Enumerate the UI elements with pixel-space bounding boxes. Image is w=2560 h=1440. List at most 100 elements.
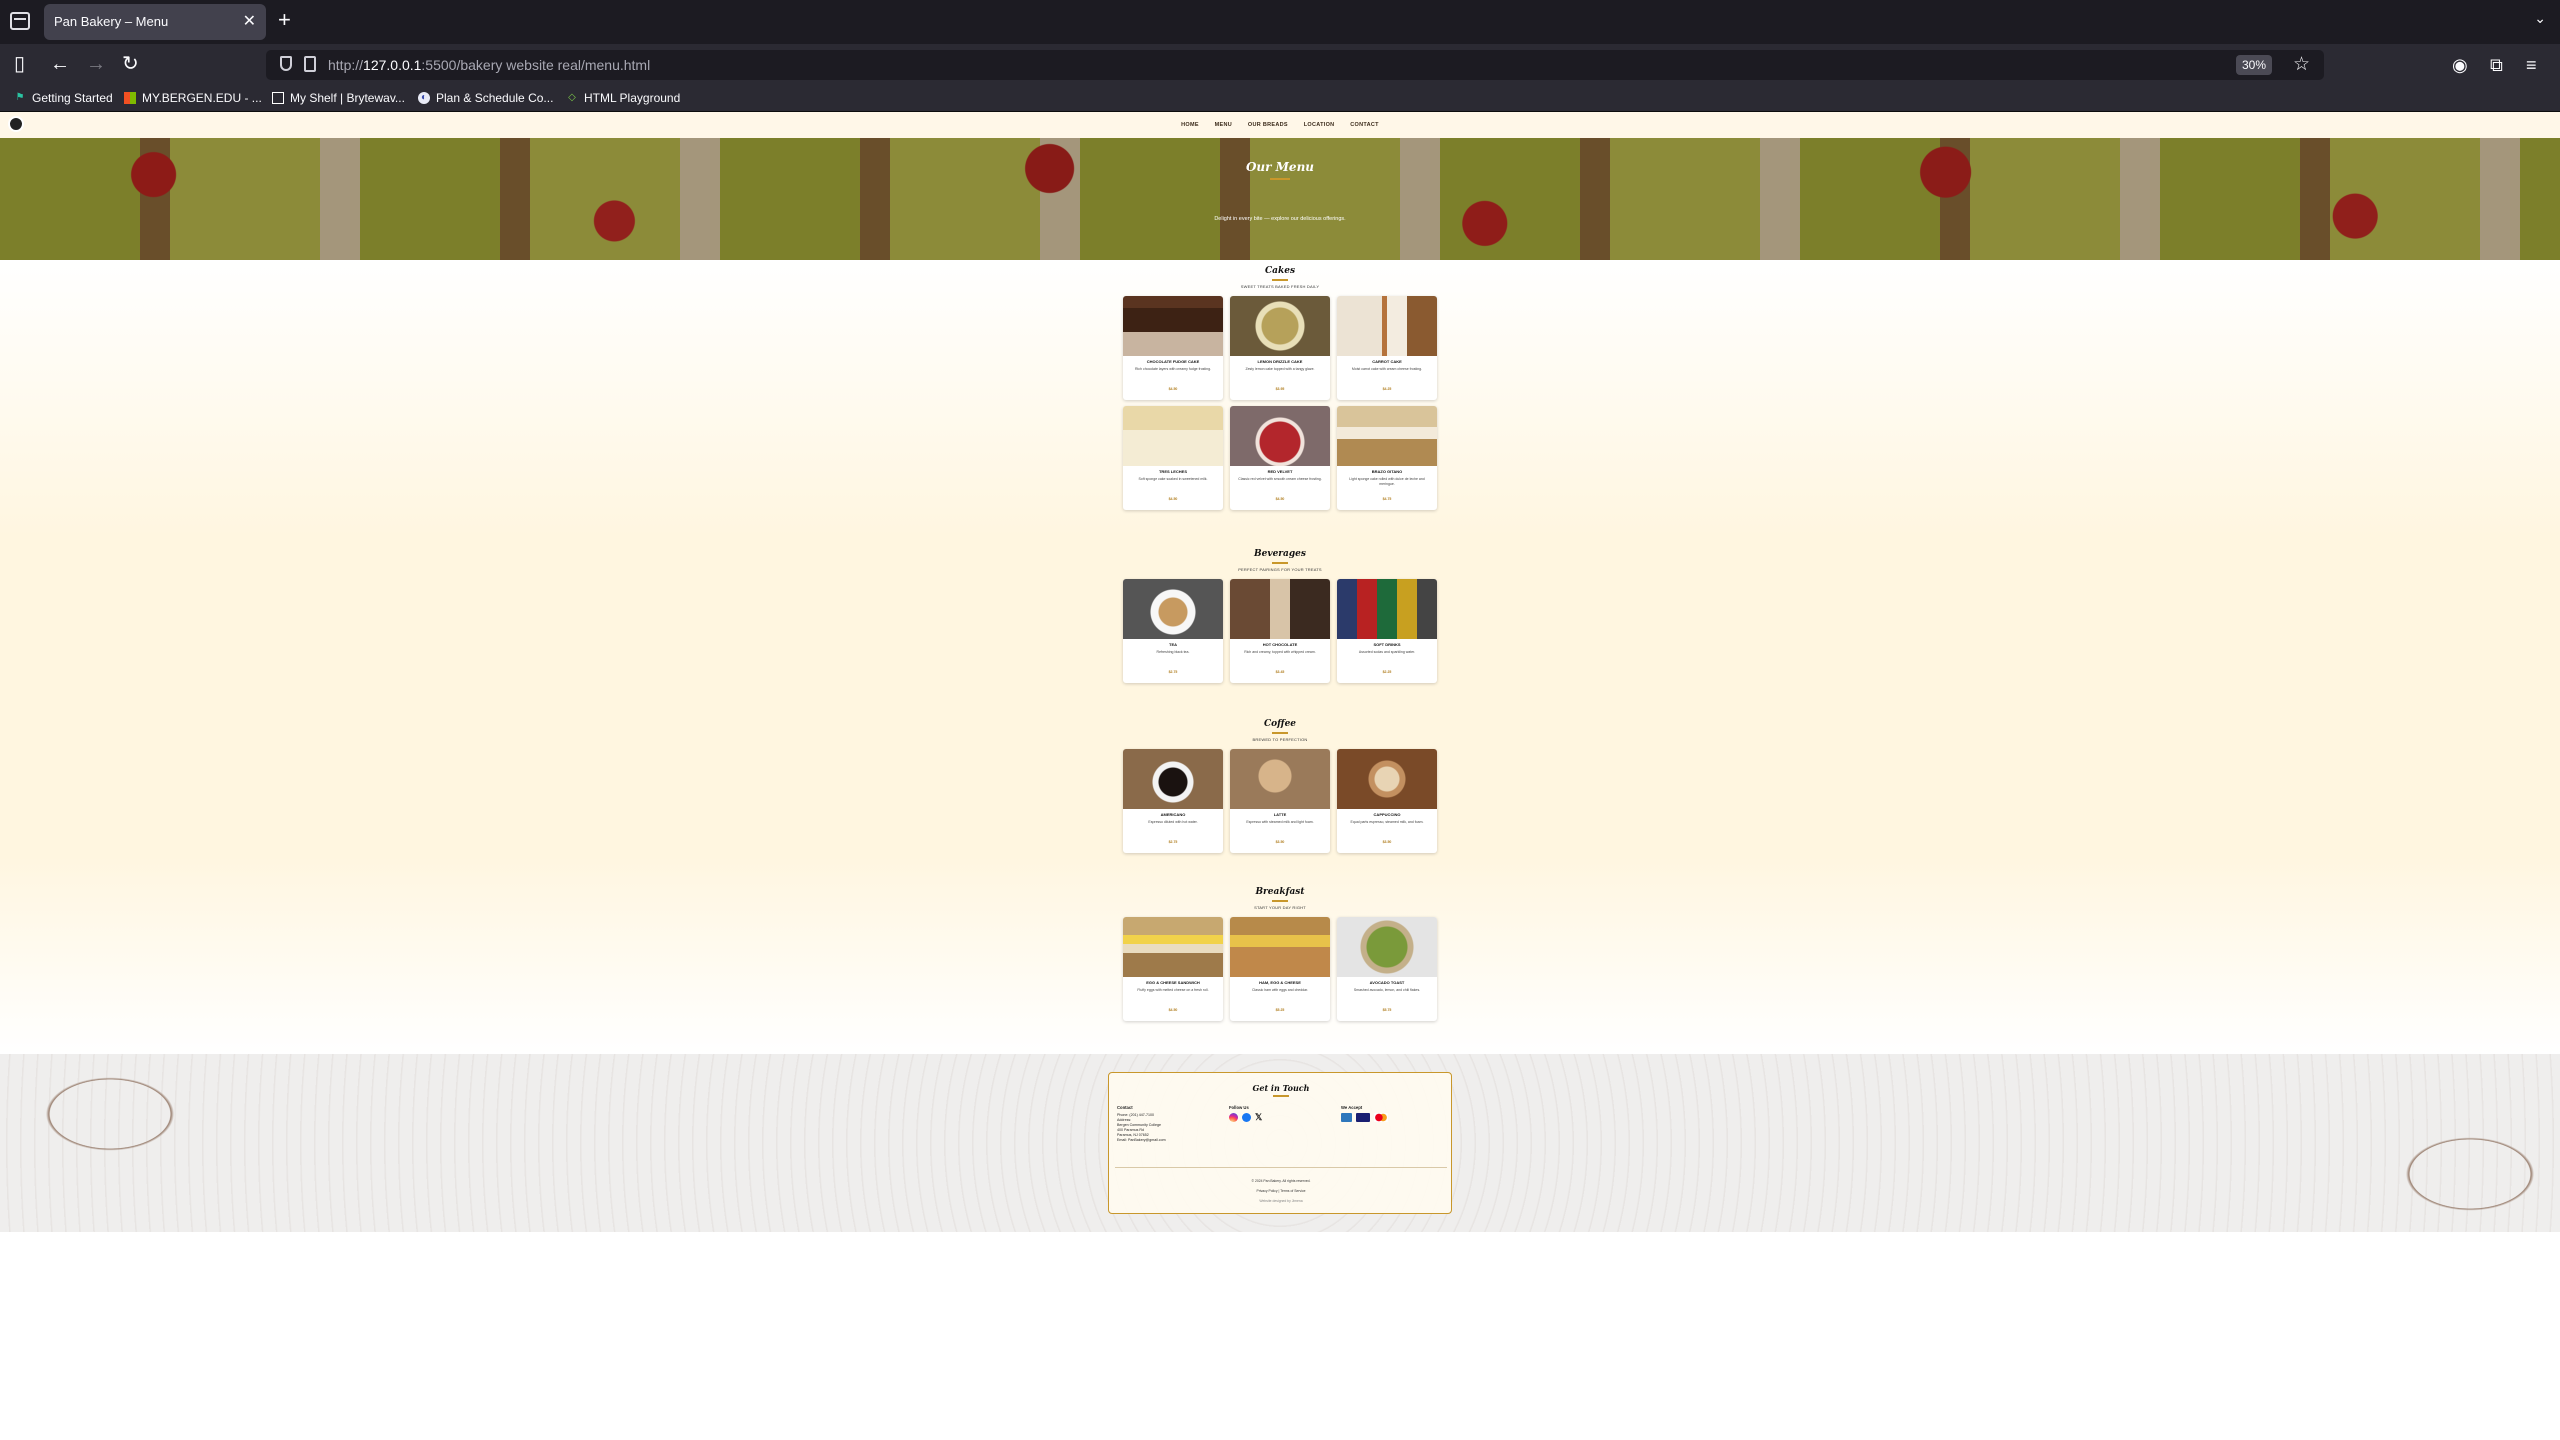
menu-item-name: CARROT CAKE — [1372, 359, 1402, 364]
hero-title: Our Menu — [1245, 160, 1315, 174]
menu-item-card[interactable]: EGG & CHEESE SANDWICH Fluffy eggs with me… — [1123, 917, 1223, 1021]
menu-item-card[interactable]: CAPPUCCINO Equal parts espresso, steamed … — [1337, 749, 1437, 853]
menu-item-description: Light sponge cake rolled with dulce de l… — [1349, 477, 1425, 486]
account-icon[interactable]: ◉ — [2452, 55, 2468, 76]
nav-contact[interactable]: CONTACT — [1350, 122, 1379, 128]
footer-card: Get in Touch Contact Phone: (201) 447-71… — [1108, 1072, 1452, 1214]
shield-icon[interactable] — [280, 56, 292, 71]
menu-item-description: Smashed avocado, lemon, and chili flakes… — [1353, 988, 1421, 992]
menu-item-card[interactable]: LEMON DRIZZLE CAKE Zesty lemon cake toppe… — [1230, 296, 1330, 400]
tab-list-icon[interactable] — [10, 12, 30, 30]
menu-item-image — [1337, 579, 1437, 639]
menu-item-card[interactable]: RED VELVET Classic red velvet with smooth… — [1230, 406, 1330, 510]
menu-item-image — [1337, 406, 1437, 466]
menu-item-card[interactable]: CARROT CAKE Moist carrot cake with cream … — [1337, 296, 1437, 400]
page-info-icon[interactable] — [304, 56, 316, 72]
menu-item-name: HOT CHOCOLATE — [1262, 642, 1298, 647]
footer-links[interactable]: Privacy Policy | Terms of Service — [1109, 1189, 1453, 1193]
reload-icon[interactable]: ↻ — [122, 53, 139, 75]
extensions-icon[interactable]: ⧉ — [2490, 55, 2503, 76]
menu-item-name: BRAZO GITANO — [1371, 469, 1403, 474]
menu-item-card[interactable]: AMERICANO Espresso diluted with hot water… — [1123, 749, 1223, 853]
copyright-text: © 2024 Pan Bakery. All rights reserved. — [1251, 1179, 1311, 1183]
nav-location[interactable]: LOCATION — [1304, 122, 1335, 128]
menu-item-price: $3.50 — [1275, 840, 1285, 844]
section-title: Beverages — [1254, 549, 1306, 559]
menu-item-image — [1230, 917, 1330, 977]
instagram-icon[interactable] — [1229, 1113, 1238, 1122]
email-link[interactable]: Email: PanBakery@gmail.com — [1117, 1138, 1217, 1143]
nav-our-breads[interactable]: OUR BREADS — [1248, 122, 1288, 128]
calendar-icon: ◐ — [418, 92, 430, 104]
browser-tab[interactable]: Pan Bakery – Menu ✕ — [44, 4, 266, 40]
menu-item-name: AVOCADO TOAST — [1369, 980, 1405, 985]
section-underline — [1272, 900, 1288, 902]
menu-icon[interactable]: ≡ — [2526, 55, 2537, 76]
chevron-down-icon[interactable]: ⌄ — [2534, 10, 2546, 27]
menu-item-description: Classic red velvet with smooth cream che… — [1238, 477, 1322, 481]
bookmark-item[interactable]: ◇ HTML Playground — [566, 91, 680, 105]
address-bar[interactable]: http://127.0.0.1:5500/bakery website rea… — [266, 50, 2324, 80]
section-subtitle: BREWED TO PERFECTION — [1252, 737, 1308, 742]
footer-follow: Follow Us 𝕏 — [1229, 1105, 1329, 1122]
menu-item-price: $2.75 — [1168, 840, 1178, 844]
tab-title: Pan Bakery – Menu — [54, 14, 169, 29]
menu-item-card[interactable]: SOFT DRINKS Assorted sodas and sparkling … — [1337, 579, 1437, 683]
menu-item-name: AMERICANO — [1160, 812, 1186, 817]
page-blank-area — [0, 1232, 2560, 1440]
section-subtitle: SWEET TREATS BAKED FRESH DAILY — [1240, 284, 1320, 289]
menu-item-description: Rich chocolate layers with creamy fudge … — [1134, 367, 1212, 371]
footer-divider — [1115, 1167, 1447, 1168]
back-icon[interactable]: ← — [50, 53, 70, 75]
bookmark-item[interactable]: My Shelf | Brytewav... — [272, 91, 405, 105]
menu-item-price: $4.50 — [1168, 497, 1178, 501]
bookmark-star-icon[interactable]: ☆ — [2293, 53, 2310, 76]
section-title: Cakes — [1264, 266, 1296, 276]
menu-item-card[interactable]: HOT CHOCOLATE Rich and creamy, topped wit… — [1230, 579, 1330, 683]
menu-item-card[interactable]: BRAZO GITANO Light sponge cake rolled wit… — [1337, 406, 1437, 510]
bookmark-item[interactable]: ⚑ Getting Started — [14, 91, 113, 105]
menu-item-image — [1123, 579, 1223, 639]
footer-title: Get in Touch — [1252, 1083, 1310, 1093]
zoom-level[interactable]: 30% — [2235, 55, 2272, 75]
sidebar-icon[interactable]: ▯ — [14, 53, 25, 75]
menu-item-name: LEMON DRIZZLE CAKE — [1257, 359, 1303, 364]
menu-item-card[interactable]: LATTE Espresso with steamed milk and ligh… — [1230, 749, 1330, 853]
menu-item-price: $3.50 — [1382, 840, 1392, 844]
menu-item-description: Classic ham with eggs and cheddar. — [1251, 988, 1309, 992]
menu-item-card[interactable]: HAM, EGG & CHEESE Classic ham with eggs a… — [1230, 917, 1330, 1021]
site-footer: Get in Touch Contact Phone: (201) 447-71… — [0, 1054, 2560, 1232]
url-text[interactable]: http://127.0.0.1:5500/bakery website rea… — [328, 57, 650, 73]
menu-item-card[interactable]: CHOCOLATE FUDGE CAKE Rich chocolate layer… — [1123, 296, 1223, 400]
new-tab-icon[interactable]: + — [278, 8, 291, 32]
menu-item-card[interactable]: TRES LECHES Soft sponge cake soaked in sw… — [1123, 406, 1223, 510]
menu-item-price: $4.25 — [1382, 387, 1392, 391]
browser-tab-bar: Pan Bakery – Menu ✕ + ⌄ — [0, 0, 2560, 44]
menu-item-image — [1230, 579, 1330, 639]
menu-content: Cakes SWEET TREATS BAKED FRESH DAILY CHOCO… — [0, 260, 2560, 1054]
menu-item-price: $4.50 — [1168, 1008, 1178, 1012]
facebook-icon[interactable] — [1242, 1113, 1251, 1122]
hero-tagline: Delight in every bite — explore our deli… — [1214, 216, 1346, 222]
menu-item-card[interactable]: TEA Refreshing black tea. $2.75 — [1123, 579, 1223, 683]
book-icon — [272, 92, 284, 104]
section-subtitle: PERFECT PAIRINGS FOR YOUR TREATS — [1238, 567, 1322, 572]
nav-menu[interactable]: MENU — [1215, 122, 1232, 128]
bookmark-item[interactable]: ◐ Plan & Schedule Co... — [418, 91, 553, 105]
menu-item-price: $4.75 — [1382, 497, 1392, 501]
menu-item-image — [1337, 917, 1437, 977]
menu-item-name: LATTE — [1273, 812, 1287, 817]
menu-item-name: HAM, EGG & CHEESE — [1259, 980, 1301, 985]
bookmark-item[interactable]: MY.BERGEN.EDU - ... — [124, 91, 262, 105]
x-twitter-icon[interactable]: 𝕏 — [1255, 1112, 1262, 1122]
menu-item-description: Soft sponge cake soaked in sweetened mil… — [1138, 477, 1208, 481]
menu-item-card[interactable]: AVOCADO TOAST Smashed avocado, lemon, and… — [1337, 917, 1437, 1021]
section-subtitle: START YOUR DAY RIGHT — [1254, 905, 1306, 910]
forward-icon[interactable]: → — [86, 53, 106, 75]
contact-heading: Contact — [1117, 1105, 1133, 1110]
nav-home[interactable]: HOME — [1181, 122, 1199, 128]
hero-banner: Our Menu Delight in every bite — explore… — [0, 138, 2560, 260]
credit-text: Website designed by Jimena — [1259, 1199, 1303, 1203]
code-icon: ◇ — [568, 92, 576, 103]
close-tab-icon[interactable]: ✕ — [243, 11, 256, 31]
